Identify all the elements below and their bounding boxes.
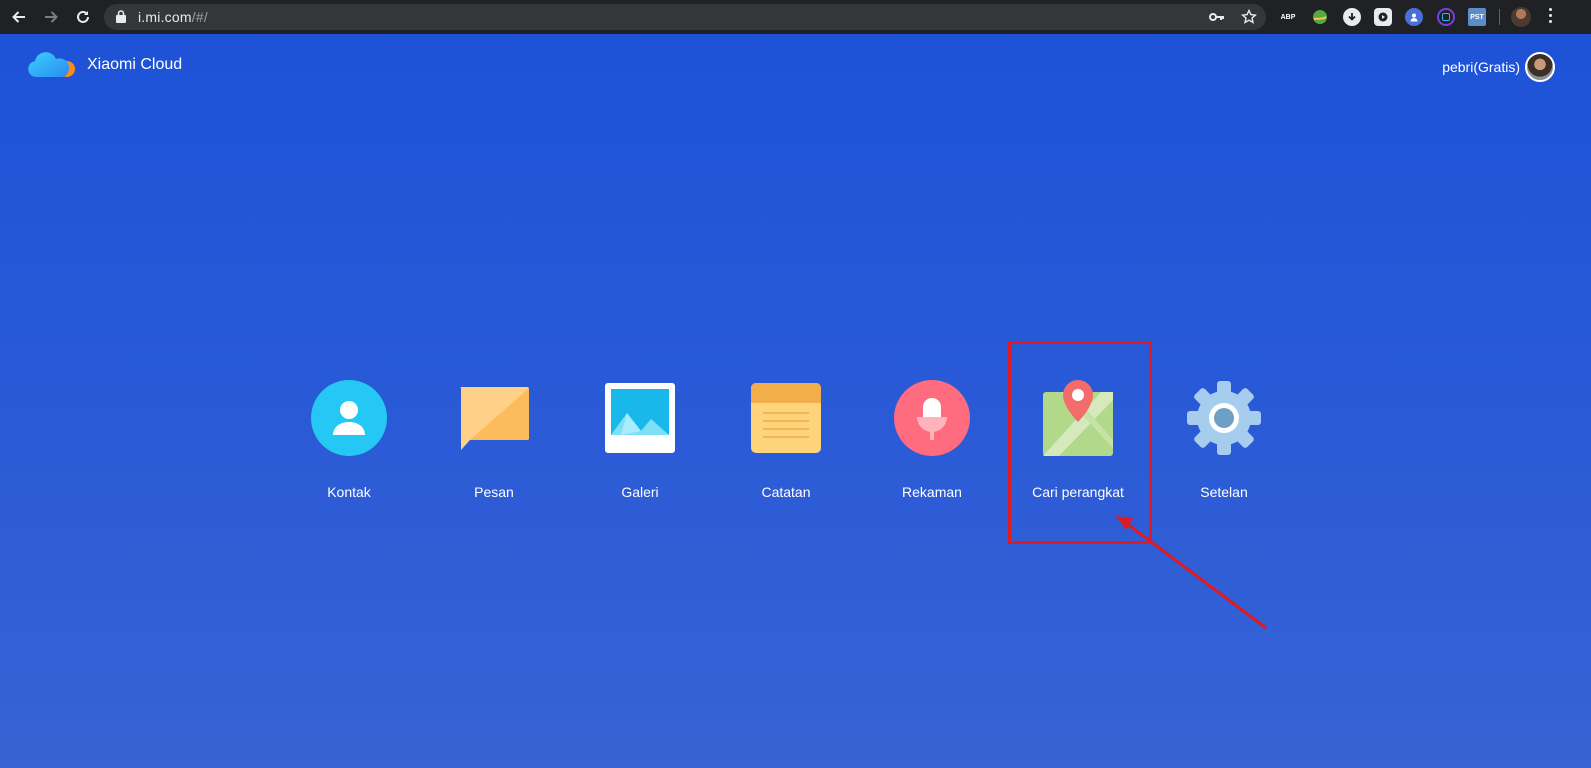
gallery-icon <box>600 378 680 458</box>
pst-extension-label: PST <box>1470 13 1484 21</box>
app-gallery[interactable]: Galeri <box>570 378 710 508</box>
app-label: Rekaman <box>902 484 962 500</box>
browser-menu-button[interactable] <box>1540 5 1560 29</box>
pst-extension-icon[interactable]: PST <box>1468 8 1486 26</box>
back-button[interactable] <box>6 4 32 30</box>
app-title: Xiaomi Cloud <box>87 56 183 73</box>
square-inner-icon <box>1442 13 1450 21</box>
forward-button[interactable] <box>38 4 64 30</box>
recorder-icon <box>892 378 972 458</box>
download-arrow-icon <box>1348 13 1356 21</box>
lock-icon <box>116 10 126 23</box>
xiaomi-cloud-logo-icon <box>28 52 75 77</box>
toolbar-divider <box>1499 9 1500 25</box>
app-notes[interactable]: Catatan <box>716 378 856 508</box>
app-settings[interactable]: Setelan <box>1154 378 1294 508</box>
notes-icon <box>746 378 826 458</box>
key-icon <box>1209 13 1224 21</box>
app-label: Catatan <box>761 484 811 500</box>
app-label: Setelan <box>1200 484 1248 500</box>
url-host: i.mi.com <box>138 9 192 25</box>
user-avatar[interactable] <box>1525 52 1555 82</box>
app-label: Galeri <box>621 484 659 500</box>
adblock-plus-icon[interactable]: ABP <box>1279 8 1297 26</box>
extension-globe-icon[interactable] <box>1311 8 1329 26</box>
user-extension-icon[interactable] <box>1405 8 1423 26</box>
settings-icon <box>1184 378 1264 458</box>
bookmark-star-button[interactable] <box>1240 8 1258 26</box>
app-recorder[interactable]: Rekaman <box>862 378 1002 508</box>
person-icon <box>1410 13 1418 22</box>
download-extension-icon[interactable] <box>1343 8 1361 26</box>
star-icon <box>1241 9 1257 24</box>
circle-extension-icon[interactable] <box>1437 8 1455 26</box>
adblock-plus-label: ABP <box>1280 13 1296 21</box>
reload-icon <box>77 10 89 23</box>
globe-extension-icon <box>1313 10 1327 24</box>
user-menu[interactable]: pebri(Gratis) <box>1442 52 1555 82</box>
browser-profile-avatar[interactable] <box>1511 7 1531 27</box>
contacts-icon <box>309 378 389 458</box>
url-text: i.mi.com/#/ <box>138 9 208 25</box>
annotation-highlight-box <box>1008 341 1152 544</box>
messages-icon <box>454 378 534 458</box>
browser-toolbar: i.mi.com/#/ ABP PST <box>0 0 1591 34</box>
arrow-left-icon <box>12 11 25 23</box>
app-messages[interactable]: Pesan <box>424 378 564 508</box>
arrow-right-icon <box>45 11 58 23</box>
app-label: Pesan <box>474 484 514 500</box>
app-contacts[interactable]: Kontak <box>279 378 419 508</box>
user-name: pebri(Gratis) <box>1442 59 1520 75</box>
video-extension-icon[interactable] <box>1374 8 1392 26</box>
password-key-button[interactable] <box>1208 8 1226 26</box>
brand[interactable]: Xiaomi Cloud <box>27 50 182 80</box>
address-bar[interactable]: i.mi.com/#/ <box>104 4 1266 30</box>
app-label: Kontak <box>327 484 371 500</box>
play-icon <box>1378 12 1388 22</box>
url-path: /#/ <box>191 9 208 25</box>
reload-button[interactable] <box>70 4 96 30</box>
